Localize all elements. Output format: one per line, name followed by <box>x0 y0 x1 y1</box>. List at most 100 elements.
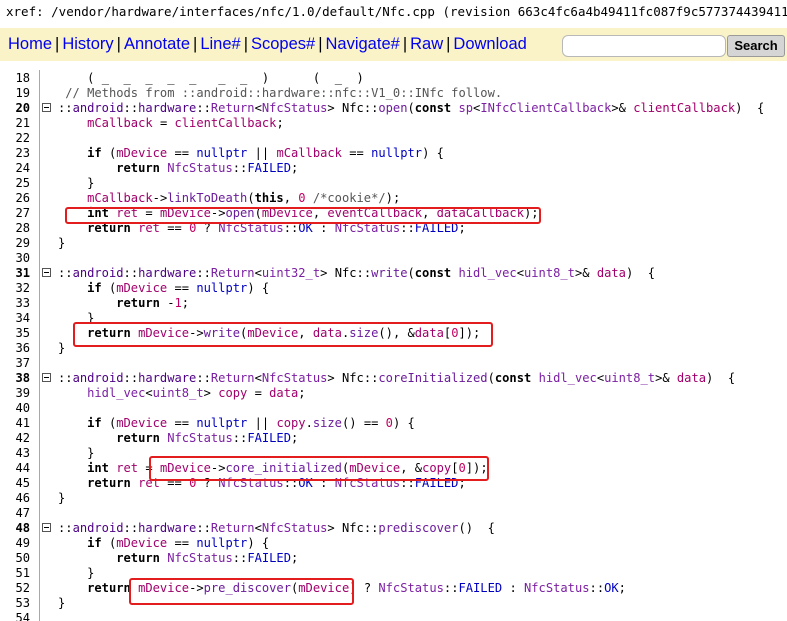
code-text: } <box>87 446 95 460</box>
code-text: } <box>87 566 95 580</box>
line-number-link[interactable]: 28 <box>0 221 30 236</box>
code-line: 30 <box>0 250 787 266</box>
line-number-link[interactable]: 33 <box>0 296 30 311</box>
line-number-link[interactable]: 19 <box>0 86 30 101</box>
line-number-link[interactable]: 23 <box>0 146 30 161</box>
line-number-link[interactable]: 47 <box>0 506 30 521</box>
nav-separator: | <box>55 35 60 53</box>
code-text: if (mDevice == nullptr || mCallback == n… <box>87 146 444 160</box>
code-line: 38::android::hardware::Return<NfcStatus>… <box>0 370 787 386</box>
line-number-link[interactable]: 45 <box>0 476 30 491</box>
line-number-link[interactable]: 35 <box>0 326 30 341</box>
line-number-link[interactable]: 39 <box>0 386 30 401</box>
code-line: 47 <box>0 505 787 521</box>
fold-toggle-icon[interactable] <box>42 373 51 382</box>
line-number-link[interactable]: 26 <box>0 191 30 206</box>
fold-toggle-icon[interactable] <box>42 523 51 532</box>
line-number-link[interactable]: 30 <box>0 251 30 266</box>
code-text: return -1; <box>116 296 190 310</box>
nav-navigate-link[interactable]: Navigate# <box>326 35 400 53</box>
line-number-link[interactable]: 40 <box>0 401 30 416</box>
code-line: 33 return -1; <box>0 295 787 311</box>
code-line: 46} <box>0 490 787 506</box>
code-text: } <box>58 491 66 505</box>
line-number-link[interactable]: 53 <box>0 596 30 611</box>
navigation-bar: Home | History | Annotate | Line# | Scopes# | Navi… <box>0 28 787 61</box>
line-number-link[interactable]: 34 <box>0 311 30 326</box>
line-number-link[interactable]: 29 <box>0 236 30 251</box>
line-number-link[interactable]: 41 <box>0 416 30 431</box>
gutter-divider <box>39 580 40 596</box>
code-text: ::android::hardware::Return<uint32_t> Nf… <box>58 266 656 280</box>
code-line: 37 <box>0 355 787 371</box>
gutter-divider <box>39 595 40 611</box>
line-number-link[interactable]: 51 <box>0 566 30 581</box>
gutter-divider <box>39 295 40 311</box>
line-number-link[interactable]: 20 <box>0 101 30 116</box>
gutter-divider <box>39 400 40 416</box>
line-number-link[interactable]: 18 <box>0 71 30 86</box>
gutter-divider <box>39 385 40 401</box>
line-number-link[interactable]: 25 <box>0 176 30 191</box>
nav-separator: | <box>243 35 248 53</box>
code-line: 21 mCallback = clientCallback; <box>0 115 787 131</box>
gutter-divider <box>39 535 40 551</box>
nav-download-link[interactable]: Download <box>453 35 526 53</box>
line-number-link[interactable]: 38 <box>0 371 30 386</box>
search-input[interactable] <box>562 35 726 57</box>
gutter-divider <box>39 475 40 491</box>
search-button[interactable]: Search <box>727 35 785 57</box>
gutter-divider <box>39 85 40 101</box>
line-number-link[interactable]: 52 <box>0 581 30 596</box>
line-number-link[interactable]: 50 <box>0 551 30 566</box>
fold-toggle-icon[interactable] <box>42 103 51 112</box>
line-number-link[interactable]: 32 <box>0 281 30 296</box>
line-number-link[interactable]: 44 <box>0 461 30 476</box>
line-number-link[interactable]: 43 <box>0 446 30 461</box>
gutter-divider <box>39 430 40 446</box>
code-line: 39 hidl_vec<uint8_t> copy = data; <box>0 385 787 401</box>
gutter-divider <box>39 235 40 251</box>
code-text: if (mDevice == nullptr || copy.size() ==… <box>87 416 415 430</box>
nav-home-link[interactable]: Home <box>8 35 52 53</box>
nav-separator: | <box>402 35 408 53</box>
line-number-link[interactable]: 37 <box>0 356 30 371</box>
gutter-divider <box>39 220 40 236</box>
line-number-link[interactable]: 46 <box>0 491 30 506</box>
nav-separator: | <box>318 35 323 53</box>
highlight-box-pre-discover-call <box>129 578 354 605</box>
nav-history-link[interactable]: History <box>62 35 113 53</box>
line-number-link[interactable]: 42 <box>0 431 30 446</box>
line-number-link[interactable]: 48 <box>0 521 30 536</box>
nav-raw-link[interactable]: Raw <box>410 35 443 53</box>
code-text: ::android::hardware::Return<NfcStatus> N… <box>58 101 765 115</box>
nav-separator: | <box>116 35 121 53</box>
code-line: 53} <box>0 595 787 611</box>
code-text: mCallback = clientCallback; <box>87 116 284 130</box>
gutter-divider <box>39 610 40 621</box>
gutter-divider <box>39 460 40 476</box>
line-number-link[interactable]: 31 <box>0 266 30 281</box>
nav-annotate-link[interactable]: Annotate <box>124 35 190 53</box>
nav-separator: | <box>446 35 451 53</box>
line-number-link[interactable]: 21 <box>0 116 30 131</box>
gutter-divider <box>39 445 40 461</box>
line-number-link[interactable]: 36 <box>0 341 30 356</box>
code-line: 41 if (mDevice == nullptr || copy.size()… <box>0 415 787 431</box>
line-number-link[interactable]: 49 <box>0 536 30 551</box>
code-text: return NfcStatus::FAILED; <box>116 161 299 175</box>
xref-path: xref: /vendor/hardware/interfaces/nfc/1.… <box>6 4 787 19</box>
nav-scopes-link[interactable]: Scopes# <box>251 35 315 53</box>
line-number-link[interactable]: 54 <box>0 611 30 621</box>
gutter-divider <box>39 340 40 356</box>
line-number-link[interactable]: 24 <box>0 161 30 176</box>
gutter-divider <box>39 520 40 536</box>
nav-line-link[interactable]: Line# <box>200 35 240 53</box>
line-number-link[interactable]: 22 <box>0 131 30 146</box>
code-line: 32 if (mDevice == nullptr) { <box>0 280 787 296</box>
line-number-link[interactable]: 27 <box>0 206 30 221</box>
code-text: ( _ _ _ _ _ _ _ ) ( _ ) <box>87 71 364 85</box>
gutter-divider <box>39 310 40 326</box>
fold-toggle-icon[interactable] <box>42 268 51 277</box>
code-text: } <box>58 341 66 355</box>
